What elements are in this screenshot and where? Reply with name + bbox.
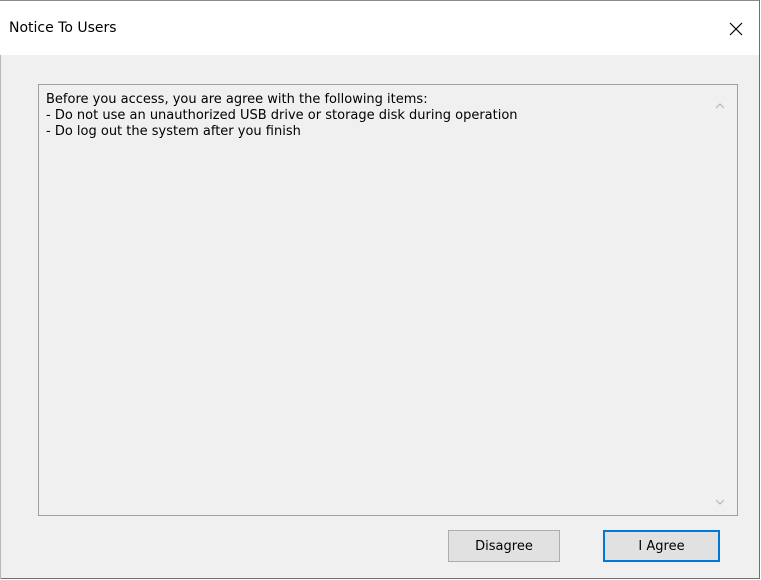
window-edge <box>0 55 1 579</box>
notice-line-usb-rule: - Do not use an unauthorized USB drive o… <box>46 108 518 123</box>
notice-line-logout-rule: - Do log out the system after you finish <box>46 124 301 139</box>
close-icon <box>729 22 743 36</box>
scroll-up-button[interactable] <box>703 93 737 113</box>
agree-button[interactable]: I Agree <box>603 530 720 562</box>
chevron-up-icon <box>715 94 725 113</box>
notice-dialog: Notice To Users Before you access, you a… <box>0 0 760 579</box>
notice-line-intro: Before you access, you are agree with th… <box>46 92 428 107</box>
chevron-down-icon <box>715 490 725 509</box>
window-title: Notice To Users <box>9 20 117 36</box>
scroll-down-button[interactable] <box>703 489 737 509</box>
close-button[interactable] <box>713 1 759 56</box>
title-bar[interactable]: Notice To Users <box>0 0 759 55</box>
notice-text: Before you access, you are agree with th… <box>46 92 701 140</box>
notice-textbox[interactable]: Before you access, you are agree with th… <box>38 84 738 516</box>
vertical-scrollbar[interactable] <box>703 85 737 515</box>
disagree-button[interactable]: Disagree <box>448 530 560 562</box>
